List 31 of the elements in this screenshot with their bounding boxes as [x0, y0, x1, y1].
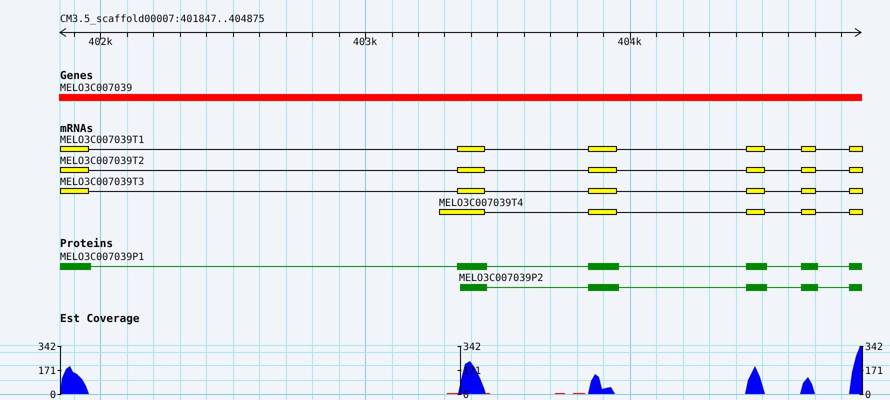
coverage-axis	[457, 346, 462, 395]
feature-label: MELO3C007039P2	[459, 273, 544, 284]
protein-glyph[interactable]	[460, 284, 862, 291]
track-heading: mRNAs	[60, 122, 94, 135]
feature-label: MELO3C007039T1	[60, 135, 144, 146]
feature-label: MELO3C007039T4	[439, 198, 524, 209]
transcript-glyph[interactable]	[60, 167, 863, 173]
axis-label: 342	[865, 342, 884, 353]
track-heading: Genes	[60, 69, 94, 82]
feature-label: MELO3C007039T2	[60, 156, 144, 167]
coverage-axis	[859, 346, 864, 395]
feature-label: MELO3C007039	[60, 83, 132, 94]
axis-label: 0	[50, 390, 56, 400]
axis-label: 342	[463, 342, 482, 353]
transcript-glyph[interactable]	[60, 188, 863, 194]
axis-label: 171	[865, 366, 884, 377]
axis-label: 342	[38, 342, 56, 353]
feature-label: MELO3C007039P1	[60, 252, 144, 263]
ruler-title: CM3.5_scaffold00007:401847..404875	[60, 14, 265, 25]
protein-glyph[interactable]	[60, 263, 862, 270]
tick-label: 403k	[353, 37, 378, 48]
transcript-glyph[interactable]	[438, 209, 863, 215]
feature-label: MELO3C007039T3	[60, 177, 144, 188]
tick-label: 402k	[88, 37, 113, 48]
coverage-axis	[57, 346, 62, 395]
transcript-glyph[interactable]	[60, 146, 863, 152]
axis-label: 171	[38, 366, 56, 377]
track-heading: Proteins	[60, 237, 113, 250]
axis-label: 0	[865, 390, 872, 400]
track-heading: Est Coverage	[60, 312, 140, 325]
tick-label: 404k	[618, 37, 642, 48]
